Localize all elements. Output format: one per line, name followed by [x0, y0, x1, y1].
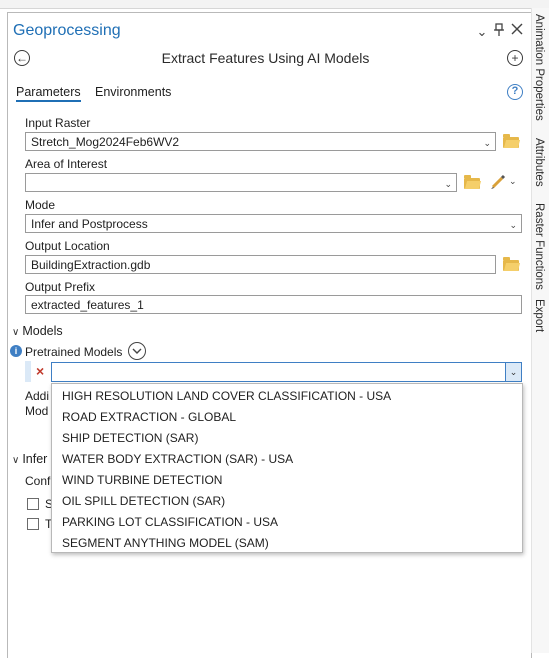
- close-icon[interactable]: [511, 23, 523, 38]
- confidence-label: Conf: [25, 474, 51, 488]
- chevron-down-icon[interactable]: ⌄: [509, 176, 517, 187]
- info-icon: i: [10, 345, 22, 357]
- checkbox-1[interactable]: [27, 498, 39, 510]
- inference-section-label: Infer: [22, 452, 48, 466]
- output-location-field[interactable]: BuildingExtraction.gdb: [25, 255, 496, 274]
- chevron-down-icon: ∨: [12, 327, 20, 338]
- pretrained-models-dropdown: HIGH RESOLUTION LAND COVER CLASSIFICATIO…: [51, 383, 523, 553]
- aoi-field[interactable]: ⌄: [25, 173, 457, 192]
- tab-parameters[interactable]: Parameters: [16, 85, 81, 102]
- input-raster-label: Input Raster: [25, 116, 91, 130]
- pencil-icon[interactable]: [490, 174, 506, 193]
- side-tab-animation-properties[interactable]: Animation Properties: [533, 14, 545, 121]
- pane-menu-icon[interactable]: ⌄: [475, 24, 489, 40]
- dropdown-option[interactable]: ROAD EXTRACTION - GLOBAL: [62, 410, 236, 424]
- browse-folder-icon[interactable]: [503, 134, 519, 148]
- side-tab-attributes[interactable]: Attributes: [533, 138, 545, 187]
- dropdown-option[interactable]: WATER BODY EXTRACTION (SAR) - USA: [62, 452, 293, 466]
- tab-environments[interactable]: Environments: [95, 85, 171, 99]
- aoi-label: Area of Interest: [25, 157, 108, 171]
- row-selection-indicator: [25, 361, 31, 382]
- input-raster-value: Stretch_Mog2024Feb6WV2: [31, 135, 180, 149]
- dropdown-option[interactable]: SEGMENT ANYTHING MODEL (SAM): [62, 536, 269, 550]
- dropdown-option[interactable]: PARKING LOT CLASSIFICATION - USA: [62, 515, 278, 529]
- help-icon[interactable]: ?: [507, 84, 523, 100]
- mode-value: Infer and Postprocess: [31, 217, 148, 231]
- output-prefix-label: Output Prefix: [25, 280, 96, 294]
- chevron-down-icon[interactable]: ⌄: [505, 363, 521, 381]
- chevron-down-icon[interactable]: ⌄: [483, 136, 491, 150]
- pretrained-model-select[interactable]: ⌄: [51, 362, 522, 382]
- chevron-down-icon: [132, 348, 142, 354]
- remove-row-icon[interactable]: ×: [36, 363, 44, 379]
- models-section-label: Models: [22, 324, 63, 338]
- expand-pretrained-button[interactable]: [128, 342, 146, 360]
- output-location-value: BuildingExtraction.gdb: [31, 258, 151, 272]
- add-button[interactable]: +: [507, 50, 523, 66]
- input-raster-field[interactable]: Stretch_Mog2024Feb6WV2 ⌄: [25, 132, 496, 151]
- side-tab-raster-functions[interactable]: Raster Functions: [533, 203, 545, 290]
- inference-section-header[interactable]: ∨ Infer: [12, 452, 47, 466]
- pretrained-models-label: Pretrained Models: [25, 345, 123, 359]
- checkbox-2[interactable]: [27, 518, 39, 530]
- dropdown-option[interactable]: OIL SPILL DETECTION (SAR): [62, 494, 225, 508]
- output-prefix-field[interactable]: extracted_features_1: [25, 295, 522, 314]
- output-prefix-value: extracted_features_1: [31, 298, 144, 312]
- mode-label: Mode: [25, 198, 56, 212]
- dropdown-option[interactable]: WIND TURBINE DETECTION: [62, 473, 222, 487]
- output-location-label: Output Location: [25, 239, 110, 253]
- dropdown-option[interactable]: SHIP DETECTION (SAR): [62, 431, 198, 445]
- additional-model-label-2: Mod: [25, 404, 49, 418]
- side-tab-export[interactable]: Export: [533, 299, 545, 332]
- mode-field[interactable]: Infer and Postprocess ⌄: [25, 214, 522, 233]
- chevron-down-icon: ∨: [12, 455, 20, 466]
- chevron-down-icon[interactable]: ⌄: [509, 218, 517, 232]
- models-section-header[interactable]: ∨ Models: [12, 324, 63, 338]
- top-border: [0, 0, 549, 9]
- additional-model-label: Addi: [25, 389, 50, 403]
- pin-icon[interactable]: [493, 23, 505, 40]
- tool-title: Extract Features Using AI Models: [161, 50, 370, 66]
- plus-icon: +: [511, 51, 519, 65]
- chevron-down-icon[interactable]: ⌄: [444, 177, 452, 191]
- pane-title: Geoprocessing: [13, 22, 121, 39]
- geoprocessing-pane: [7, 12, 532, 658]
- browse-folder-icon[interactable]: [464, 175, 480, 189]
- dropdown-option[interactable]: HIGH RESOLUTION LAND COVER CLASSIFICATIO…: [62, 389, 391, 403]
- browse-folder-icon[interactable]: [503, 257, 519, 271]
